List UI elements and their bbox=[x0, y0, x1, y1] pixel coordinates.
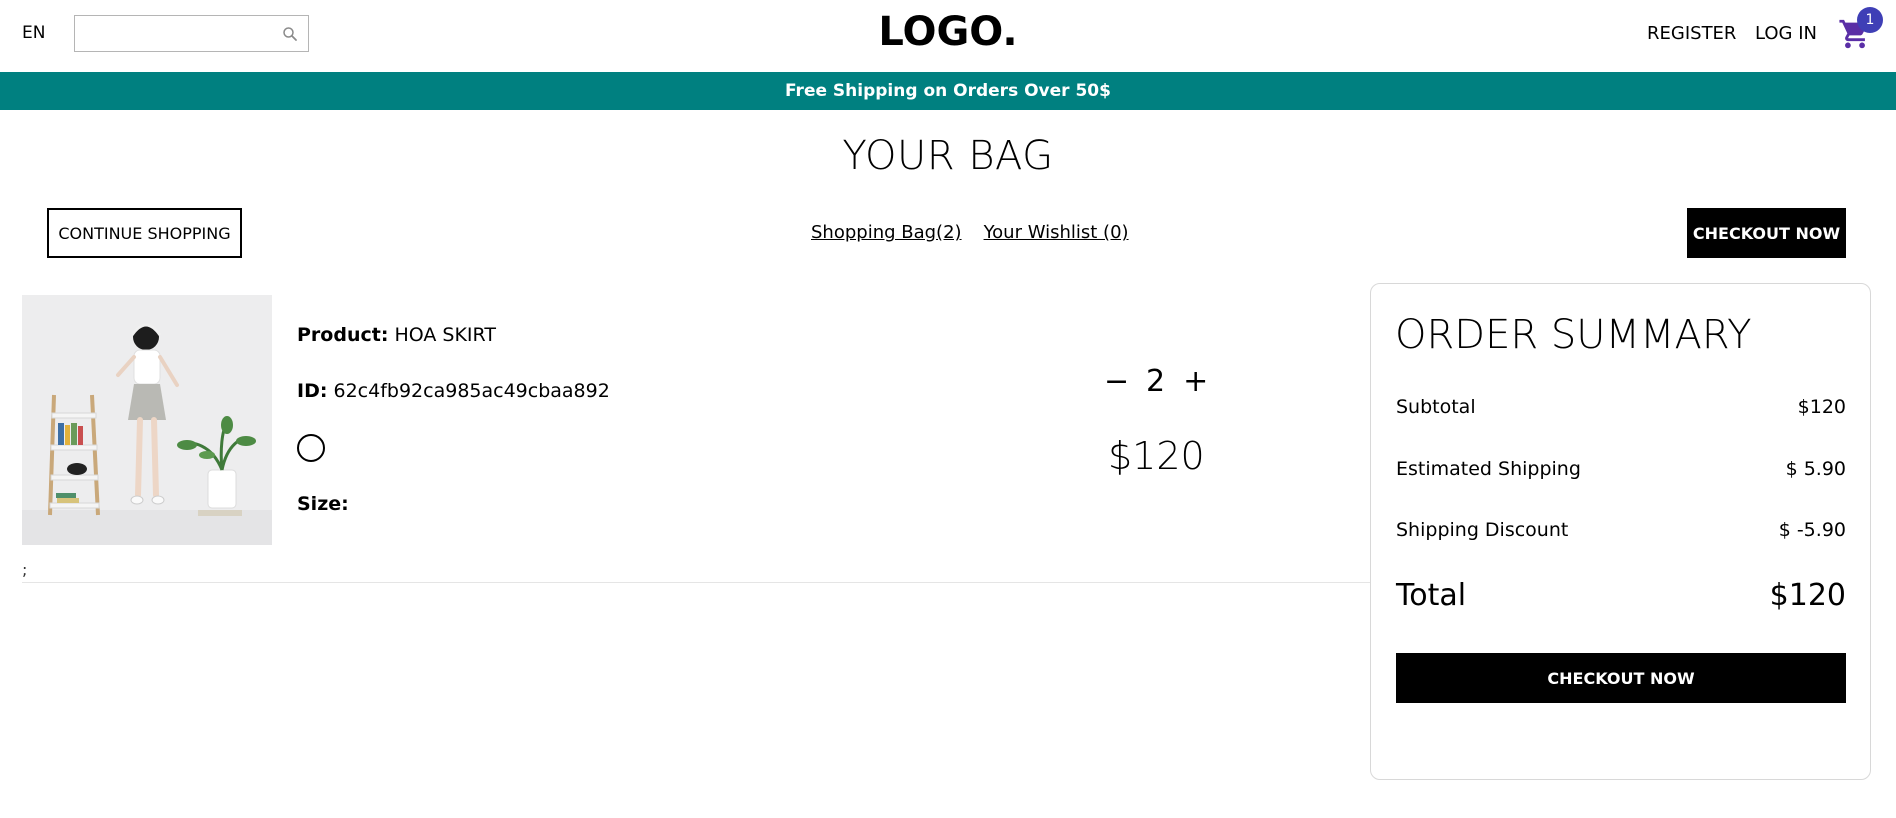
page-title: YOUR BAG bbox=[842, 133, 1054, 179]
id-label: ID: bbox=[297, 380, 328, 402]
navbar: EN LOGO. REGISTER LOG IN 1 bbox=[0, 0, 1896, 72]
product-photo bbox=[22, 295, 272, 545]
product-price: $120 bbox=[1108, 434, 1205, 478]
decrement-button[interactable]: − bbox=[1104, 364, 1129, 399]
order-summary: ORDER SUMMARY Subtotal $120 Estimated Sh… bbox=[1370, 283, 1871, 780]
summary-row-value: $120 bbox=[1797, 396, 1846, 418]
divider bbox=[22, 582, 1370, 583]
total-label: Total bbox=[1396, 578, 1467, 613]
total-value: $120 bbox=[1769, 578, 1846, 613]
shipping-discount-row: Shipping Discount $ -5.90 bbox=[1396, 519, 1846, 541]
continue-shopping-button[interactable]: CONTINUE SHOPPING bbox=[47, 208, 242, 258]
estimated-shipping-row: Estimated Shipping $ 5.90 bbox=[1396, 458, 1846, 480]
product-color-swatch[interactable] bbox=[297, 434, 325, 462]
product-image bbox=[22, 295, 272, 545]
increment-button[interactable]: + bbox=[1183, 364, 1208, 399]
stray-text: ; bbox=[22, 560, 28, 579]
shopping-bag-link[interactable]: Shopping Bag(2) bbox=[811, 222, 962, 243]
checkout-now-button[interactable]: CHECKOUT NOW bbox=[1396, 653, 1846, 703]
product-id: 62c4fb92ca985ac49cbaa892 bbox=[333, 380, 610, 402]
announcement-bar: Free Shipping on Orders Over 50$ bbox=[0, 72, 1896, 110]
product-id-line: ID: 62c4fb92ca985ac49cbaa892 bbox=[297, 380, 610, 402]
wishlist-link[interactable]: Your Wishlist (0) bbox=[984, 222, 1129, 243]
summary-row-label: Estimated Shipping bbox=[1396, 458, 1581, 480]
logo[interactable]: LOGO. bbox=[0, 9, 1896, 55]
subtotal-row: Subtotal $120 bbox=[1396, 396, 1846, 418]
product-name-line: Product: HOA SKIRT bbox=[297, 324, 496, 346]
login-link[interactable]: LOG IN bbox=[1755, 23, 1817, 44]
quantity-value: 2 bbox=[1146, 364, 1166, 399]
checkout-now-button-top[interactable]: CHECKOUT NOW bbox=[1687, 208, 1846, 258]
product-name: HOA SKIRT bbox=[394, 324, 496, 346]
summary-title: ORDER SUMMARY bbox=[1395, 312, 1752, 358]
quantity-stepper: − 2 + bbox=[1104, 364, 1208, 399]
size-label: Size: bbox=[297, 493, 349, 515]
product-label: Product: bbox=[297, 324, 389, 346]
summary-row-value: $ 5.90 bbox=[1785, 458, 1846, 480]
register-link[interactable]: REGISTER bbox=[1647, 23, 1736, 44]
summary-row-label: Subtotal bbox=[1396, 396, 1476, 418]
summary-row-label: Shipping Discount bbox=[1396, 519, 1569, 541]
bag-tabs: Shopping Bag(2) Your Wishlist (0) bbox=[811, 222, 1129, 243]
product-size-line: Size: bbox=[297, 493, 349, 515]
total-row: Total $120 bbox=[1396, 578, 1846, 613]
cart-count-badge: 1 bbox=[1857, 7, 1883, 33]
summary-row-value: $ -5.90 bbox=[1778, 519, 1846, 541]
